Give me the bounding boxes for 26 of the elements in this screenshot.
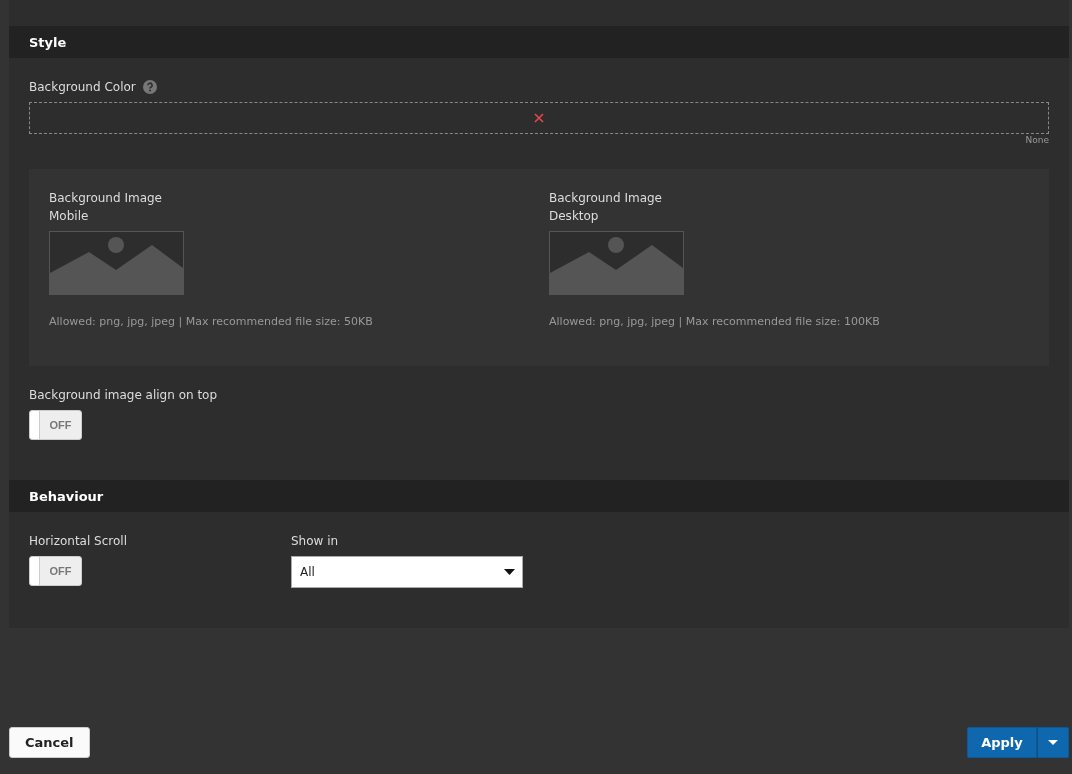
toggle-switch[interactable]: OFF bbox=[29, 556, 82, 586]
field-label: Horizontal Scroll bbox=[29, 533, 127, 550]
image-placeholder-icon[interactable] bbox=[49, 231, 184, 295]
field-label: Background Color bbox=[29, 79, 136, 96]
image-placeholder-icon[interactable] bbox=[549, 231, 684, 295]
section-title: Style bbox=[29, 34, 67, 50]
apply-button[interactable]: Apply bbox=[967, 727, 1037, 758]
upload-hint: Allowed: png, jpg, jpeg | Max recommended file size: 50KB bbox=[49, 315, 373, 328]
apply-dropdown-button[interactable] bbox=[1037, 727, 1069, 758]
color-picker-field[interactable] bbox=[29, 102, 1049, 134]
field-label: Background image align on top bbox=[29, 387, 218, 404]
dropdown-select[interactable]: All bbox=[291, 556, 523, 588]
toggle-switch[interactable]: OFF bbox=[29, 410, 82, 440]
field-label: Show in bbox=[291, 533, 339, 550]
image-subtitle: Desktop bbox=[549, 208, 599, 225]
caret-icon bbox=[504, 569, 515, 575]
image-subtitle: Mobile bbox=[49, 208, 89, 225]
cancel-button[interactable]: Cancel bbox=[9, 727, 90, 758]
section-title: Behaviour bbox=[29, 488, 104, 504]
help-icon[interactable] bbox=[142, 80, 157, 94]
color-value: None bbox=[1025, 135, 1049, 145]
image-title: Background Image bbox=[549, 190, 662, 207]
image-title: Background Image bbox=[49, 190, 162, 207]
upload-hint: Allowed: png, jpg, jpeg | Max recommended file size: 100KB bbox=[549, 315, 880, 328]
caret-icon bbox=[1048, 740, 1058, 745]
clear-icon[interactable] bbox=[534, 113, 544, 123]
